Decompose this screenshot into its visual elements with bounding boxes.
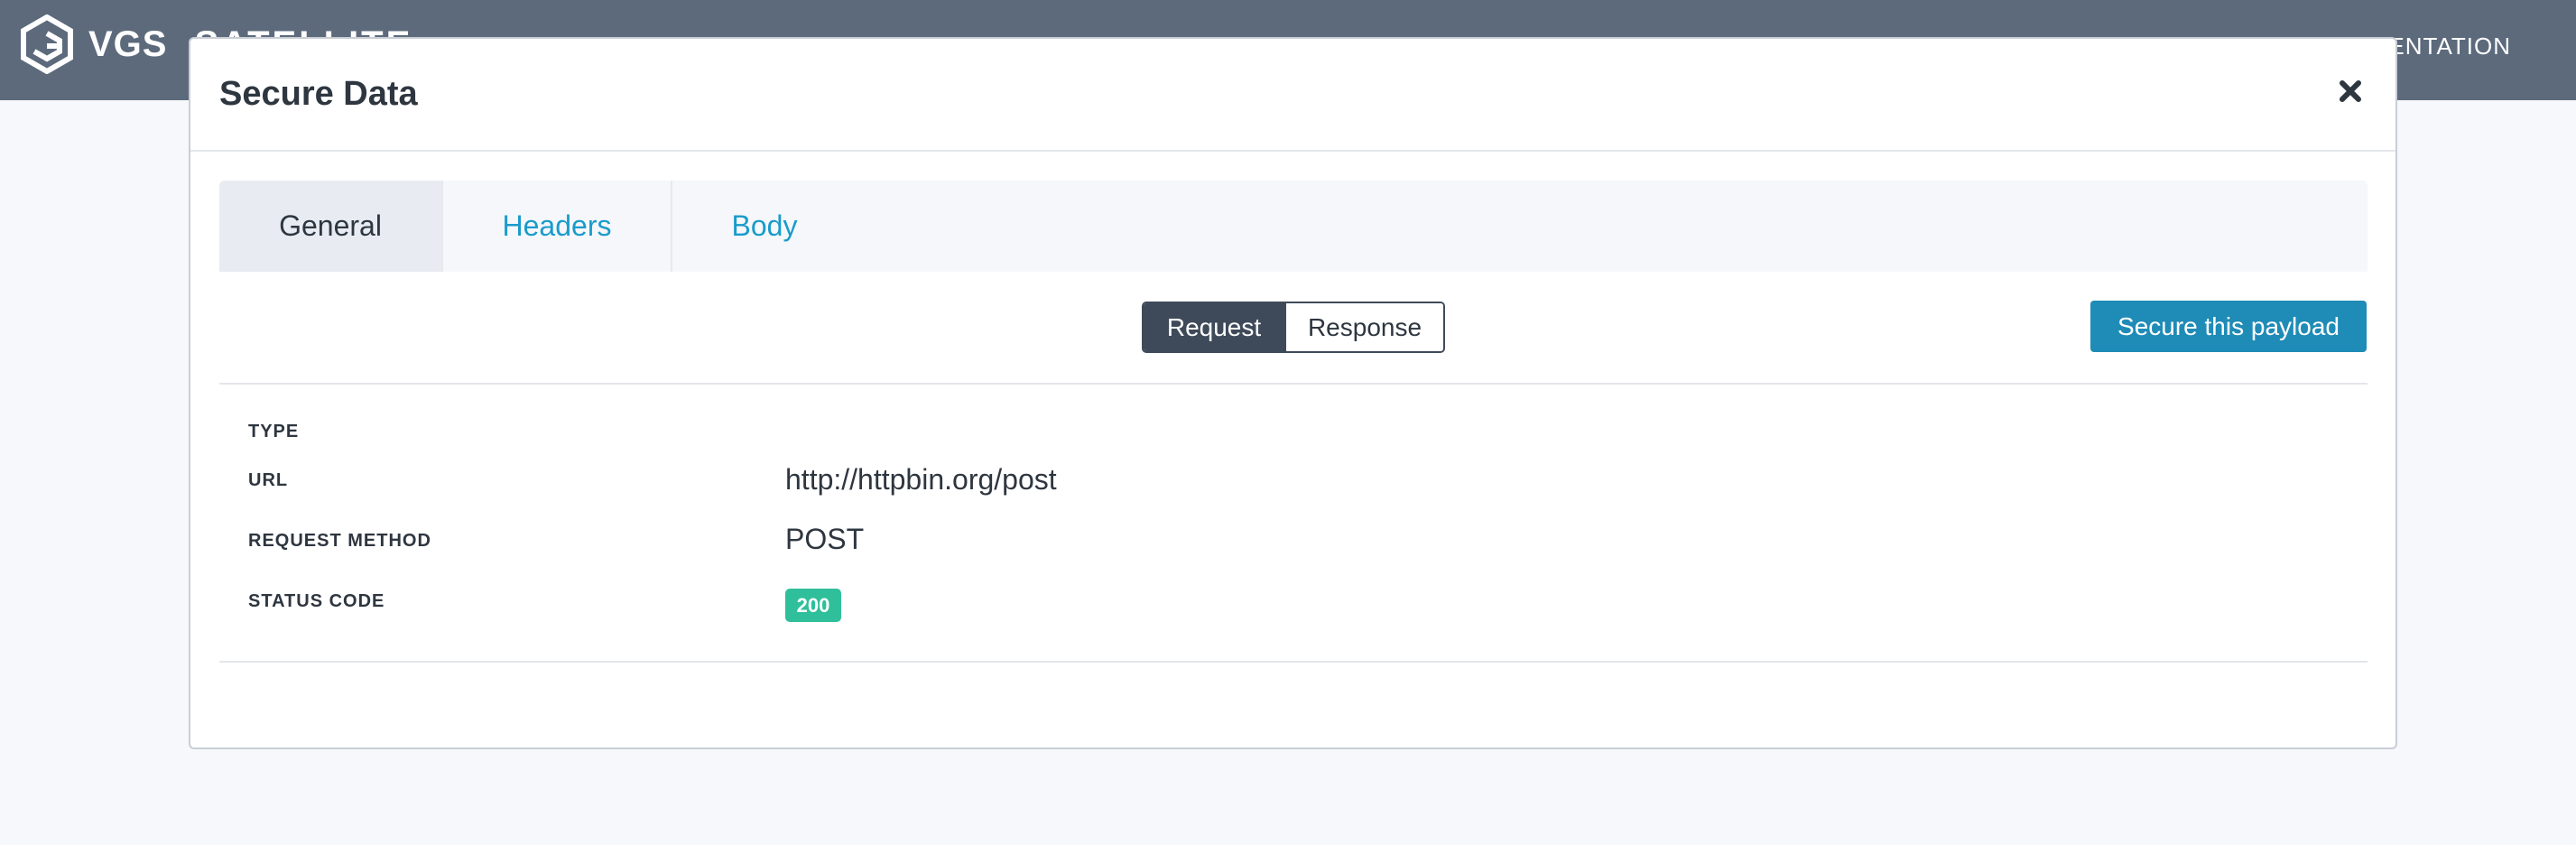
url-value: http://httpbin.org/post xyxy=(785,463,1057,496)
tab-headers[interactable]: Headers xyxy=(443,181,672,272)
secure-payload-button[interactable]: Secure this payload xyxy=(2090,301,2367,352)
status-code-label: STATUS CODE xyxy=(248,591,385,611)
tab-bar: General Headers Body xyxy=(219,181,2368,272)
url-label: URL xyxy=(248,470,289,490)
response-toggle-button[interactable]: Response xyxy=(1284,303,1443,351)
tab-general[interactable]: General xyxy=(219,181,443,272)
type-label: TYPE xyxy=(248,422,300,441)
modal-header: Secure Data xyxy=(190,39,2395,152)
request-toggle-button[interactable]: Request xyxy=(1144,303,1284,351)
brand-name: VGS xyxy=(88,23,168,64)
close-icon xyxy=(2340,80,2361,102)
status-badge: 200 xyxy=(785,589,841,622)
close-button[interactable] xyxy=(2332,73,2368,109)
divider xyxy=(219,661,2368,663)
divider xyxy=(219,383,2368,385)
request-method-label: REQUEST METHOD xyxy=(248,531,431,551)
request-method-value: POST xyxy=(785,523,865,555)
secure-data-modal: Secure Data General Headers Body Request… xyxy=(189,37,2397,749)
modal-title: Secure Data xyxy=(219,75,418,113)
nav-documentation-link[interactable]: ENTATION xyxy=(2388,32,2511,60)
request-response-toggle: Request Response xyxy=(1142,302,1445,353)
vgs-logo-icon xyxy=(21,14,73,74)
tab-body[interactable]: Body xyxy=(672,181,857,272)
